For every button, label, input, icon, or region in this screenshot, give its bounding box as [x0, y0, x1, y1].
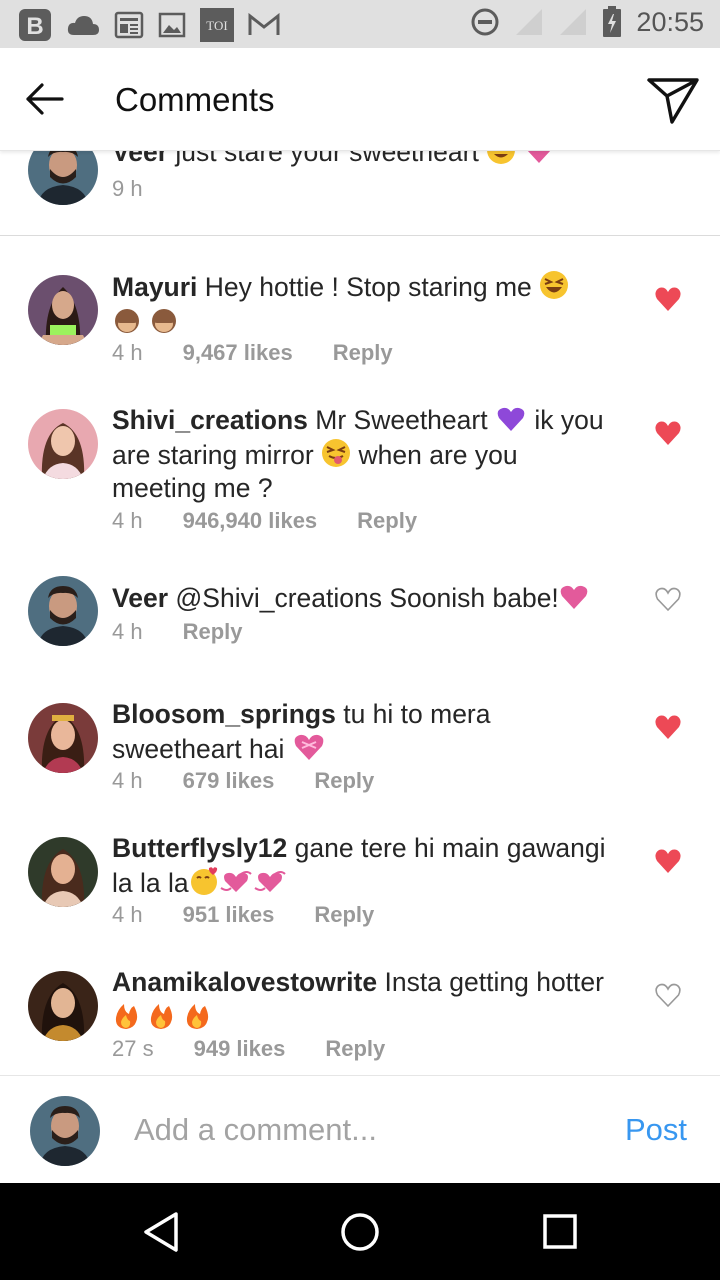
avatar[interactable] — [28, 971, 98, 1041]
svg-text:TOI: TOI — [206, 18, 227, 33]
reply-button[interactable]: Reply — [314, 768, 374, 794]
dnd-icon — [471, 8, 499, 36]
caption-meta: 9 h — [112, 176, 143, 201]
caption-text: Veer just stare your sweetheart — [112, 150, 632, 170]
reply-button[interactable]: Reply — [357, 508, 417, 534]
comment-item: Anamikalovestowrite Insta getting hotter… — [0, 966, 720, 1075]
reply-button[interactable]: Reply — [325, 1036, 385, 1062]
signal-icon — [560, 9, 587, 35]
clock: 20:55 — [636, 6, 704, 37]
reply-button[interactable]: Reply — [333, 340, 393, 366]
username[interactable]: Anamikalovestowrite — [112, 967, 377, 997]
avatar[interactable] — [28, 275, 98, 345]
username[interactable]: Shivi_creations — [112, 405, 308, 435]
heart-filled-icon[interactable] — [654, 848, 682, 874]
username[interactable]: Veer — [112, 150, 168, 167]
heart-eyes-emoji — [487, 150, 516, 164]
see-no-evil-monkey-emoji — [152, 308, 177, 333]
heart-filled-icon[interactable] — [654, 286, 682, 312]
kissing-heart-emoji — [190, 866, 217, 895]
fire-emoji — [151, 1003, 173, 1029]
avatar[interactable] — [28, 703, 98, 773]
avatar — [30, 1096, 100, 1166]
comment-meta: 4 h 946,940 likes Reply — [112, 508, 418, 534]
grinning-squint-emoji — [540, 271, 569, 299]
heart-with-ribbon-emoji — [294, 734, 324, 760]
comment-text: Butterflysly12 gane tere hi main gawangi… — [112, 833, 606, 898]
arrow-left-icon[interactable] — [24, 82, 64, 116]
fire-emoji — [186, 1003, 208, 1029]
post-button[interactable]: Post — [625, 1112, 687, 1148]
reply-button[interactable]: Reply — [183, 619, 243, 645]
comment-text: Shivi_creations Mr Sweetheart ik you are… — [112, 405, 604, 503]
likes-count[interactable]: 949 likes — [194, 1036, 286, 1062]
back-triangle-icon[interactable] — [142, 1211, 180, 1253]
battery-icon — [603, 6, 622, 37]
comment-text: Anamikalovestowrite Insta getting hotter — [112, 966, 612, 1034]
comment-meta: 4 h 951 likes Reply — [112, 902, 375, 928]
pink-heart-emoji — [526, 150, 551, 163]
avatar[interactable] — [28, 576, 98, 646]
comment-meta: 4 h Reply — [112, 619, 243, 645]
divider — [0, 235, 720, 236]
comment-item: Butterflysly12 gane tere hi main gawangi… — [0, 832, 720, 942]
reply-button[interactable]: Reply — [314, 902, 374, 928]
comment-meta: 4 h 679 likes Reply — [112, 768, 375, 794]
comment-item: Mayuri Hey hottie ! Stop staring me 4 h … — [0, 270, 720, 390]
toi-icon: TOI — [200, 8, 234, 42]
signal-icon — [516, 9, 543, 35]
cloud-icon — [67, 16, 99, 35]
username[interactable]: Bloosom_springs — [112, 699, 336, 729]
comment-item: Shivi_creations Mr Sweetheart ik you are… — [0, 404, 720, 544]
revolving-hearts-emoji — [254, 870, 286, 892]
comment-text: Bloosom_springs tu hi to mera sweetheart… — [112, 699, 491, 764]
comment-input[interactable] — [134, 1106, 594, 1154]
username[interactable]: Mayuri — [112, 272, 197, 302]
comments-list: Veer just stare your sweetheart 9 h Mayu… — [0, 150, 720, 1075]
revolving-hearts-emoji — [220, 870, 252, 892]
likes-count[interactable]: 951 likes — [183, 902, 275, 928]
status-bar: B TOI 20:55 — [0, 0, 720, 48]
likes-count[interactable]: 9,467 likes — [183, 340, 293, 366]
comment-text: Veer @Shivi_creations Soonish babe! — [112, 582, 642, 616]
app-bar: Comments — [0, 48, 720, 151]
comment-item: Veer @Shivi_creations Soonish babe! 4 h … — [0, 576, 720, 672]
see-no-evil-monkey-emoji — [115, 308, 139, 333]
heart-filled-icon[interactable] — [654, 420, 682, 446]
pink-heart-emoji — [560, 585, 588, 609]
page-title: Comments — [115, 81, 275, 118]
comment-item: Bloosom_springs tu hi to mera sweetheart… — [0, 698, 720, 808]
gmail-icon — [248, 13, 280, 35]
caption-item: Veer just stare your sweetheart 9 h — [0, 150, 720, 245]
recents-square-icon[interactable] — [542, 1211, 578, 1253]
send-icon[interactable] — [646, 74, 700, 126]
avatar[interactable] — [28, 409, 98, 479]
purple-heart-emoji — [497, 407, 525, 431]
username[interactable]: Butterflysly12 — [112, 833, 287, 863]
heart-outline-icon[interactable] — [654, 982, 682, 1008]
avatar[interactable] — [28, 150, 98, 205]
navigation-bar — [0, 1183, 720, 1280]
news-icon — [114, 11, 144, 39]
blogger-icon: B — [19, 9, 51, 41]
image-icon — [158, 12, 186, 38]
avatar[interactable] — [28, 837, 98, 907]
comment-meta: 4 h 9,467 likes Reply — [112, 340, 393, 366]
svg-text:B: B — [26, 13, 43, 40]
fire-emoji — [115, 1003, 138, 1029]
squinting-tongue-emoji — [322, 438, 351, 467]
likes-count[interactable]: 946,940 likes — [183, 508, 318, 534]
heart-outline-icon[interactable] — [654, 586, 682, 612]
likes-count[interactable]: 679 likes — [183, 768, 275, 794]
comment-meta: 27 s 949 likes Reply — [112, 1036, 386, 1062]
username[interactable]: Veer — [112, 583, 168, 613]
home-circle-icon[interactable] — [340, 1211, 380, 1253]
heart-filled-icon[interactable] — [654, 714, 682, 740]
comment-composer: Post — [0, 1075, 720, 1184]
comment-text: Mayuri Hey hottie ! Stop staring me — [112, 270, 612, 338]
